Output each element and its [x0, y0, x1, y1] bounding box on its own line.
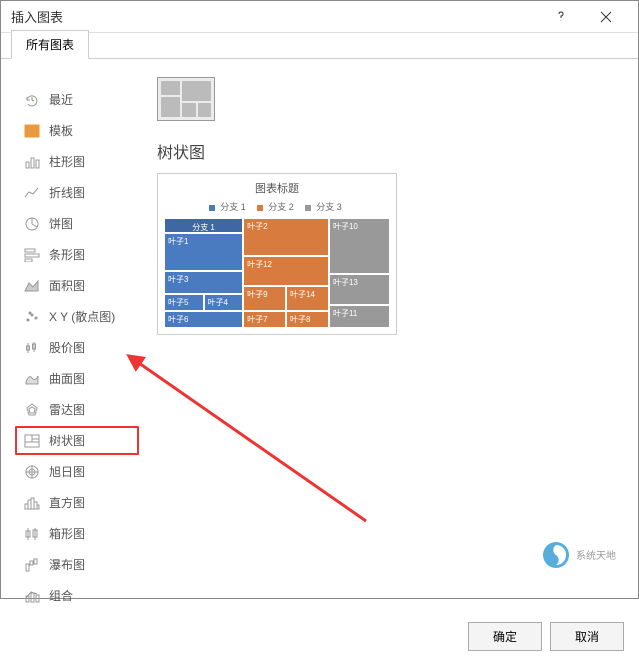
box-whisker-icon — [23, 526, 41, 542]
sidebar-item-sunburst[interactable]: 旭日图 — [15, 457, 139, 486]
sidebar-item-label: 条形图 — [49, 246, 85, 263]
sunburst-icon — [23, 464, 41, 480]
subtype-row — [157, 77, 624, 121]
sidebar-item-label: 曲面图 — [49, 370, 85, 387]
sidebar-item-label: 面积图 — [49, 277, 85, 294]
sidebar-item-label: 股价图 — [49, 339, 85, 356]
treemap-leaf: 叶子7 — [243, 311, 286, 328]
sidebar-item-waterfall[interactable]: 瀑布图 — [15, 550, 139, 579]
scatter-chart-icon — [23, 309, 41, 325]
treemap-leaf: 叶子8 — [286, 311, 329, 328]
sidebar-item-label: X Y (散点图) — [49, 308, 115, 325]
sidebar-item-treemap[interactable]: 树状图 — [15, 426, 139, 455]
sidebar-item-label: 箱形图 — [49, 525, 85, 542]
sidebar-item-boxwhisker[interactable]: 箱形图 — [15, 519, 139, 548]
treemap-leaf: 叶子10 — [329, 218, 390, 274]
svg-text:系统天地: 系统天地 — [576, 549, 616, 562]
recent-icon — [23, 92, 41, 108]
sidebar-item-stock[interactable]: 股价图 — [15, 333, 139, 362]
chart-preview[interactable]: 图表标题 分支 1 分支 2 分支 3 分支 1 叶子1 叶子3 叶子5 叶子4 — [157, 173, 397, 335]
sidebar-item-label: 瀑布图 — [49, 556, 85, 573]
sidebar-item-histogram[interactable]: 直方图 — [15, 488, 139, 517]
content-area: 最近 模板 柱形图 折线图 饼图 条形图 — [1, 59, 638, 610]
chart-type-title: 树状图 — [157, 139, 624, 163]
legend-item: 分支 3 — [316, 202, 342, 212]
sidebar-item-label: 雷达图 — [49, 401, 85, 418]
waterfall-icon — [23, 557, 41, 573]
treemap-leaf: 叶子6 — [164, 311, 243, 328]
sidebar-item-area[interactable]: 面积图 — [15, 271, 139, 300]
preview-legend: 分支 1 分支 2 分支 3 — [164, 200, 390, 213]
sidebar-item-label: 模板 — [49, 122, 73, 139]
line-chart-icon — [23, 185, 41, 201]
sidebar-item-label: 直方图 — [49, 494, 85, 511]
ok-button[interactable]: 确定 — [468, 622, 542, 651]
tab-all-charts[interactable]: 所有图表 — [11, 30, 89, 59]
tab-bar: 所有图表 — [1, 33, 638, 59]
bar-chart-icon — [23, 247, 41, 263]
treemap-group-header: 分支 1 — [164, 218, 243, 233]
sidebar-item-scatter[interactable]: X Y (散点图) — [15, 302, 139, 331]
sidebar-item-radar[interactable]: 雷达图 — [15, 395, 139, 424]
insert-chart-dialog: 插入图表 所有图表 最近 模板 柱形图 折 — [0, 0, 639, 599]
chart-type-sidebar: 最近 模板 柱形图 折线图 饼图 条形图 — [15, 71, 139, 610]
sidebar-item-pie[interactable]: 饼图 — [15, 209, 139, 238]
treemap-body: 分支 1 叶子1 叶子3 叶子5 叶子4 叶子6 叶子2 叶子12 叶子9 — [164, 218, 390, 328]
sidebar-item-templates[interactable]: 模板 — [15, 116, 139, 145]
radar-chart-icon — [23, 402, 41, 418]
treemap-leaf: 叶子11 — [329, 305, 390, 328]
legend-item: 分支 2 — [268, 202, 294, 212]
sidebar-item-bar[interactable]: 条形图 — [15, 240, 139, 269]
template-icon — [23, 123, 41, 139]
surface-chart-icon — [23, 371, 41, 387]
titlebar: 插入图表 — [1, 1, 638, 33]
histogram-icon — [23, 495, 41, 511]
combo-chart-icon — [23, 588, 41, 604]
treemap-leaf: 叶子3 — [164, 271, 243, 293]
cancel-button[interactable]: 取消 — [550, 622, 624, 651]
sidebar-item-column[interactable]: 柱形图 — [15, 147, 139, 176]
watermark: 系统天地 — [538, 537, 628, 576]
treemap-leaf: 叶子13 — [329, 274, 390, 305]
dialog-footer: 确定 取消 — [1, 610, 638, 663]
sidebar-item-recent[interactable]: 最近 — [15, 85, 139, 114]
legend-item: 分支 1 — [220, 202, 246, 212]
sidebar-item-line[interactable]: 折线图 — [15, 178, 139, 207]
treemap-leaf: 叶子12 — [243, 256, 329, 287]
pie-chart-icon — [23, 216, 41, 232]
subtype-treemap[interactable] — [157, 77, 215, 121]
sidebar-item-label: 组合 — [49, 587, 73, 604]
sidebar-item-label: 折线图 — [49, 184, 85, 201]
preview-title: 图表标题 — [164, 180, 390, 196]
area-chart-icon — [23, 278, 41, 294]
main-panel: 树状图 图表标题 分支 1 分支 2 分支 3 分支 1 叶子1 叶子3 叶子5 — [157, 71, 624, 610]
treemap-leaf: 叶子1 — [164, 233, 243, 271]
sidebar-item-label: 柱形图 — [49, 153, 85, 170]
treemap-icon — [23, 433, 41, 449]
treemap-leaf: 叶子9 — [243, 286, 286, 311]
close-button[interactable] — [583, 1, 628, 33]
sidebar-item-label: 最近 — [49, 91, 73, 108]
stock-chart-icon — [23, 340, 41, 356]
dialog-title: 插入图表 — [11, 7, 538, 26]
treemap-leaf: 叶子2 — [243, 218, 329, 256]
sidebar-item-label: 树状图 — [49, 432, 85, 449]
treemap-leaf: 叶子14 — [286, 286, 329, 311]
treemap-leaf: 叶子4 — [204, 294, 244, 311]
sidebar-item-combo[interactable]: 组合 — [15, 581, 139, 610]
column-chart-icon — [23, 154, 41, 170]
help-button[interactable] — [538, 1, 583, 33]
sidebar-item-surface[interactable]: 曲面图 — [15, 364, 139, 393]
sidebar-item-label: 饼图 — [49, 215, 73, 232]
sidebar-item-label: 旭日图 — [49, 463, 85, 480]
treemap-leaf: 叶子5 — [164, 294, 204, 311]
